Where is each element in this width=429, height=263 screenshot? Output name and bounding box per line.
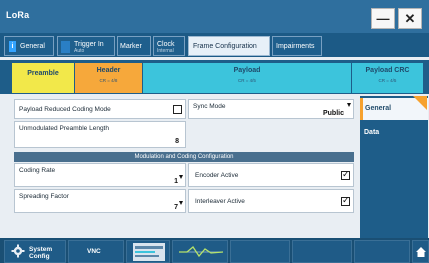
tab-clock[interactable]: Clock Internal [153, 36, 185, 56]
interleaver-active-field[interactable]: Interleaver Active [188, 189, 354, 213]
payload-reduced-coding-mode-checkbox[interactable] [173, 105, 182, 114]
window-title: LoRa [6, 10, 30, 20]
segment-preamble[interactable]: Preamble [12, 63, 75, 93]
tab-trigger-in-label: Trigger In [74, 41, 104, 48]
tab-frame-configuration-label: Frame Configuration [193, 43, 257, 50]
app-window: LoRa — ✕ i General Trigger In Auto Marke… [0, 0, 429, 263]
tab-trigger-in[interactable]: Trigger In Auto [57, 36, 115, 56]
payload-reduced-coding-mode-field[interactable]: Payload Reduced Coding Mode [14, 99, 186, 119]
tab-trigger-in-sublabel: Auto [74, 48, 85, 54]
segment-payload[interactable]: Payload CR = 4/5 [143, 63, 352, 93]
tab-marker[interactable]: Marker [117, 36, 151, 56]
vnc-label: VNC [87, 248, 101, 255]
sync-mode-dropdown[interactable]: Sync Mode Public [188, 99, 354, 119]
segment-preamble-label: Preamble [27, 70, 59, 77]
system-config-button[interactable]: System Config [4, 240, 66, 263]
segment-payload-label: Payload [233, 67, 261, 74]
tab-clock-sublabel: Internal [157, 48, 174, 54]
vnc-button[interactable]: VNC [68, 240, 124, 263]
spreading-factor-dropdown[interactable]: Spreading Factor 7 [14, 189, 186, 213]
taskbar-slot-5[interactable] [230, 240, 290, 263]
tab-impairments[interactable]: Impairments [272, 36, 322, 56]
segment-header-label: Header [96, 67, 121, 74]
signal-graph-button[interactable] [172, 240, 228, 263]
side-item-general-label: General [365, 105, 392, 112]
chevron-down-icon [347, 103, 351, 107]
home-icon [416, 247, 426, 257]
side-item-data[interactable]: Data [360, 122, 428, 144]
gear-icon [11, 244, 25, 258]
waveform-thumbnail-button[interactable] [126, 240, 170, 263]
tab-general-label: General [20, 43, 45, 50]
coding-rate-label: Coding Rate [19, 167, 56, 174]
tab-impairments-label: Impairments [276, 43, 315, 50]
coding-rate-value: 1 [174, 178, 178, 185]
taskbar-slot-6[interactable] [292, 240, 352, 263]
taskbar-slot-7[interactable] [354, 240, 410, 263]
payload-reduced-coding-mode-label: Payload Reduced Coding Mode [19, 106, 111, 113]
home-button[interactable] [412, 240, 429, 263]
chevron-down-icon [179, 201, 183, 205]
spreading-factor-value: 7 [174, 204, 178, 211]
orange-corner-marker [413, 96, 427, 110]
info-icon: i [9, 41, 16, 52]
segment-payload-crc-label: Payload CRC [365, 67, 410, 74]
segment-payload-crc[interactable]: Payload CRC CR = 4/5 [352, 63, 424, 93]
tab-frame-configuration[interactable]: Frame Configuration [188, 36, 270, 56]
title-bar: LoRa — ✕ [0, 0, 429, 33]
side-navigation: General Data [360, 96, 428, 238]
interleaver-active-checkbox[interactable] [341, 195, 350, 206]
coding-rate-dropdown[interactable]: Coding Rate 1 [14, 163, 186, 187]
waveform-thumbnail-icon [133, 243, 165, 261]
sync-mode-label: Sync Mode [193, 103, 226, 110]
encoder-active-field[interactable]: Encoder Active [188, 163, 354, 187]
spreading-factor-label: Spreading Factor [19, 193, 69, 200]
tab-clock-label: Clock [157, 41, 175, 48]
encoder-active-label: Encoder Active [195, 172, 239, 179]
side-item-data-label: Data [364, 129, 380, 136]
segment-header[interactable]: Header CR = 4/8 [75, 63, 143, 93]
tab-general[interactable]: i General [4, 36, 54, 56]
encoder-active-checkbox[interactable] [341, 169, 350, 180]
segment-payload-cr: CR = 4/5 [238, 78, 256, 83]
tab-bar: i General Trigger In Auto Marker Clock I… [0, 33, 429, 57]
minimize-button[interactable]: — [371, 8, 395, 29]
tab-marker-label: Marker [120, 43, 142, 50]
sync-mode-value: Public [322, 110, 344, 117]
segment-payload-crc-cr: CR = 4/5 [378, 78, 397, 83]
unmodulated-preamble-length-value: 8 [175, 138, 179, 145]
signal-graph-icon [179, 246, 223, 258]
close-button[interactable]: ✕ [398, 8, 422, 29]
system-config-label: System Config [29, 246, 53, 260]
unmodulated-preamble-length-label: Unmodulated Preamble Length [19, 125, 109, 132]
trigger-indicator-icon [61, 41, 70, 53]
segment-header-cr: CR = 4/8 [99, 78, 118, 83]
chevron-down-icon [179, 175, 183, 179]
section-header: Modulation and Coding Configuration [14, 152, 354, 162]
interleaver-active-label: Interleaver Active [195, 198, 245, 205]
unmodulated-preamble-length-field[interactable]: Unmodulated Preamble Length 8 [14, 121, 186, 148]
